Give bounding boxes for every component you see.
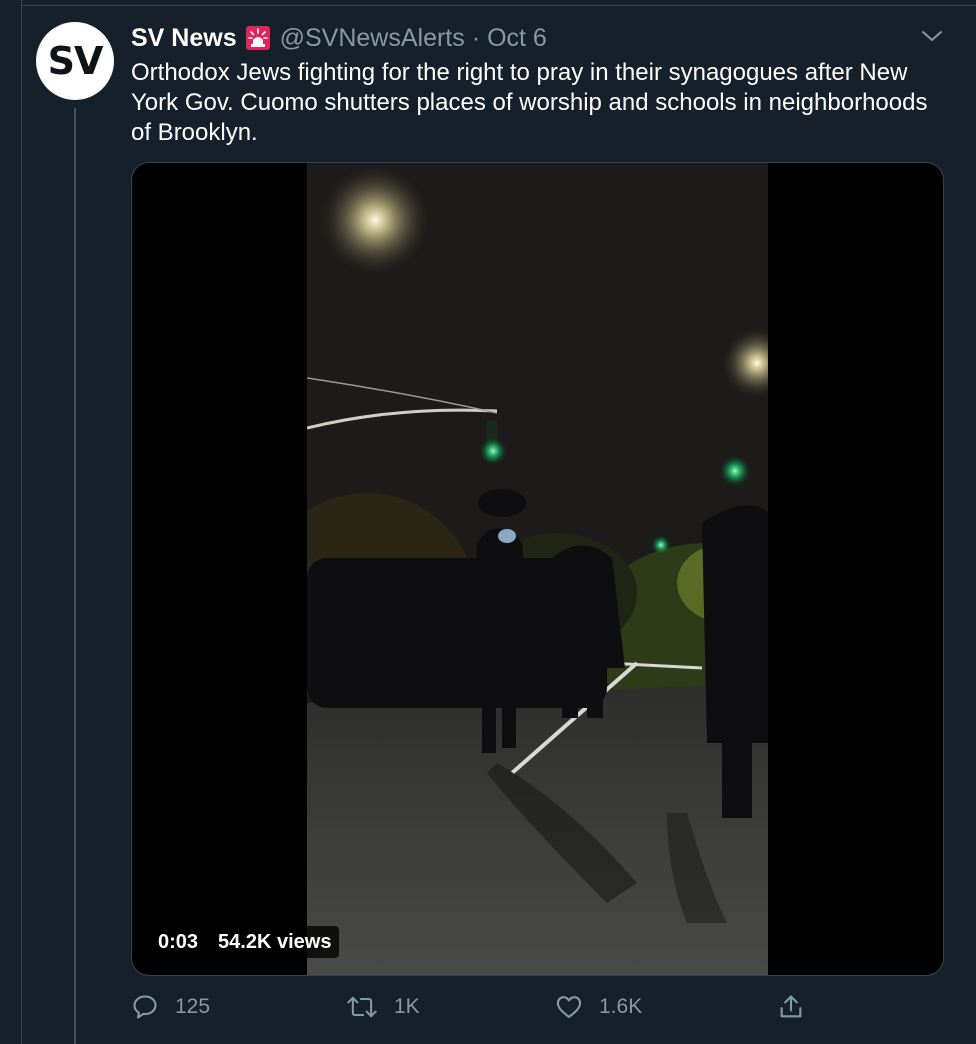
video-time: 0:03 [158,930,199,953]
chevron-down-icon[interactable] [920,26,944,46]
like-button[interactable]: 1.6K [555,988,642,1026]
header-separator: · [471,23,481,52]
timeline-top-border [22,0,976,6]
avatar-logo-text: SV [47,39,104,83]
retweet-icon [347,996,377,1018]
video-stats-overlay: 0:03 54.2K views [150,926,340,958]
retweet-count: 1K [394,995,420,1018]
tweet-actions: 125 1K 1.6K [131,988,821,1026]
reply-count: 125 [175,995,211,1018]
video-frame[interactable] [307,163,768,975]
retweet-button[interactable]: 1K [346,988,420,1026]
siren-icon [245,25,271,51]
thread-connector-line [74,108,76,1044]
night-street-scene [307,163,768,975]
heart-icon [556,996,582,1018]
reply-icon [133,995,157,1019]
video-player[interactable]: 0:03 54.2K views [131,162,944,976]
tweet-text: Orthodox Jews fighting for the right to … [131,59,928,146]
share-button[interactable] [777,988,821,1026]
display-name[interactable]: SV News [131,24,237,53]
video-views: 54.2K views [218,930,332,953]
tweet-header: SV News @SVNewsAlerts · Oct 6 [131,22,547,54]
reply-button[interactable]: 125 [131,988,210,1026]
tweet-date[interactable]: Oct 6 [487,24,547,53]
avatar[interactable]: SV [36,22,114,100]
share-icon [780,995,802,1018]
like-count: 1.6K [599,995,643,1018]
timeline-left-border [0,0,22,1044]
user-handle[interactable]: @SVNewsAlerts [280,24,465,53]
